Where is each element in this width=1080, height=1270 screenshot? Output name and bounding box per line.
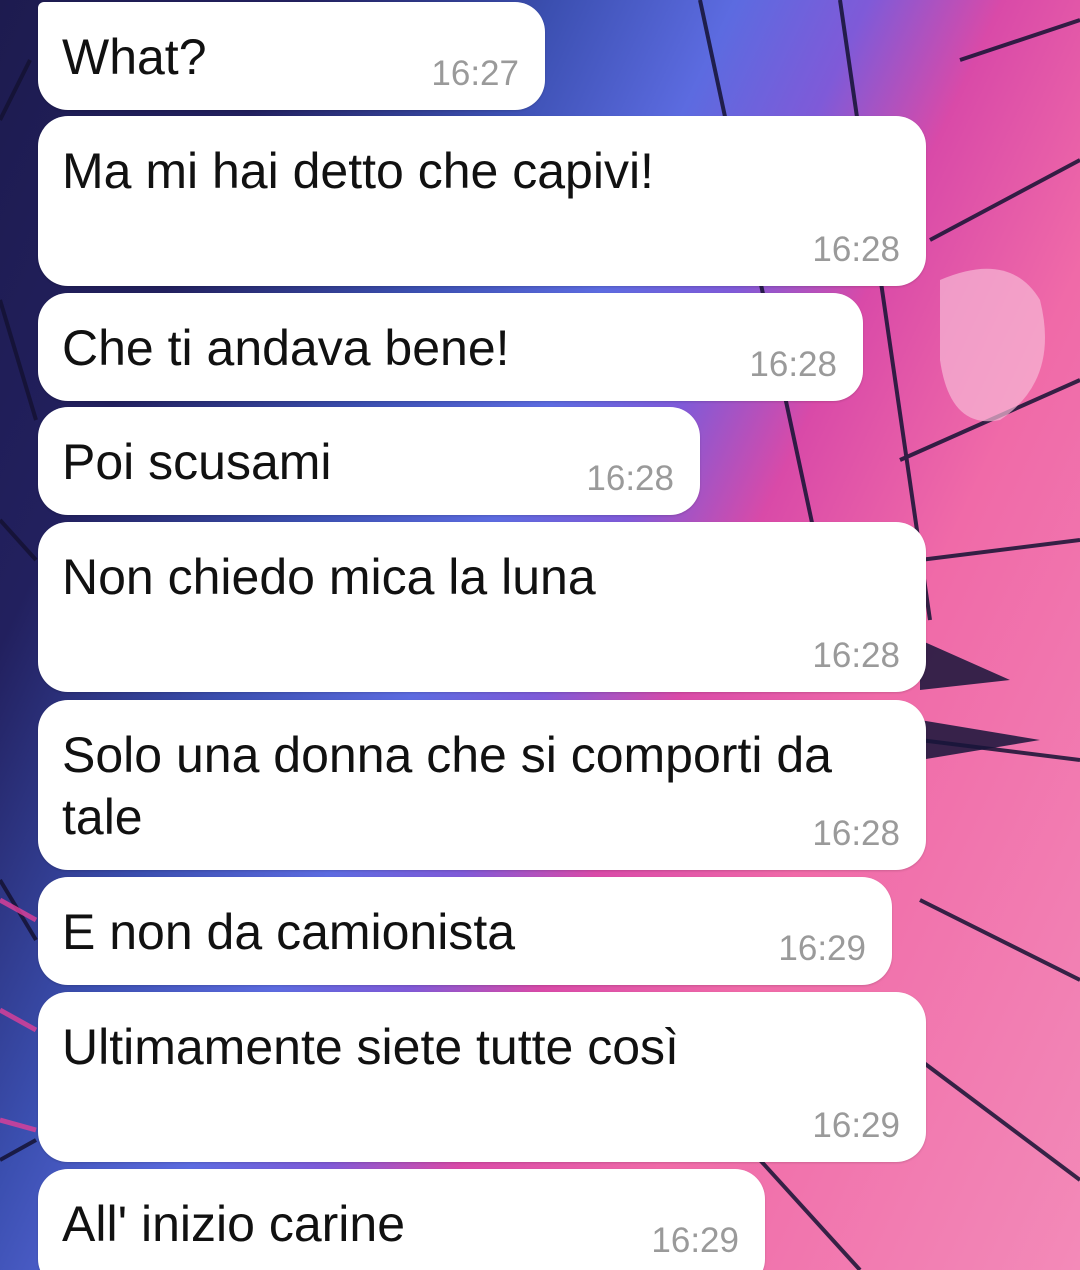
message-text: Solo una donna che si comporti da tale: [62, 727, 832, 845]
message-timestamp: 16:28: [812, 230, 900, 269]
message-text: Non chiedo mica la luna: [62, 549, 596, 605]
message-bubble[interactable]: E non da camionista 16:29: [38, 877, 892, 985]
message-timestamp: 16:28: [812, 814, 900, 853]
message-bubble[interactable]: Non chiedo mica la luna 16:28: [38, 522, 926, 692]
message-bubble[interactable]: Ma mi hai detto che capivi! 16:28: [38, 116, 926, 286]
message-timestamp: 16:29: [651, 1221, 739, 1260]
message-text: Poi scusami: [62, 434, 332, 490]
message-text: All' inizio carine: [62, 1196, 406, 1252]
message-timestamp: 16:28: [586, 459, 674, 498]
message-text: Ma mi hai detto che capivi!: [62, 143, 654, 199]
message-bubble[interactable]: Ultimamente siete tutte così 16:29: [38, 992, 926, 1162]
message-text: Ultimamente siete tutte così: [62, 1019, 679, 1075]
message-bubble[interactable]: Solo una donna che si comporti da tale 1…: [38, 700, 926, 870]
message-bubble[interactable]: All' inizio carine 16:29: [38, 1169, 765, 1270]
message-bubble[interactable]: What? 16:27: [38, 2, 545, 110]
message-timestamp: 16:29: [778, 929, 866, 968]
message-text: E non da camionista: [62, 904, 516, 960]
message-timestamp: 16:28: [749, 345, 837, 384]
message-bubble[interactable]: Che ti andava bene! 16:28: [38, 293, 863, 401]
message-timestamp: 16:29: [812, 1106, 900, 1145]
message-timestamp: 16:27: [431, 54, 519, 93]
message-timestamp: 16:28: [812, 636, 900, 675]
message-bubble[interactable]: Poi scusami 16:28: [38, 407, 700, 515]
message-text: Che ti andava bene!: [62, 320, 510, 376]
